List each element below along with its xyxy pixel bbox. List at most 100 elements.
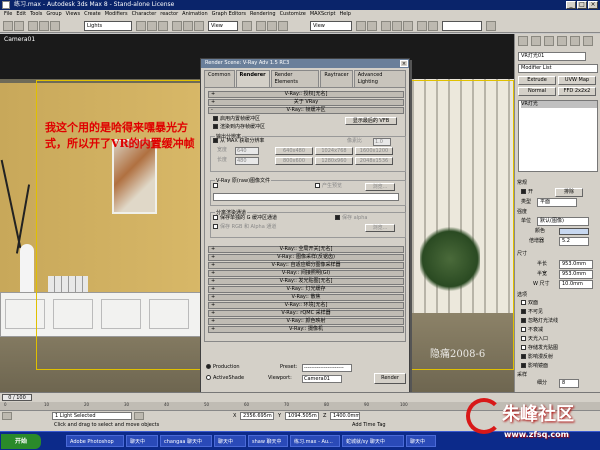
menu-rendering[interactable]: Rendering: [250, 10, 276, 19]
preset-640x480-button[interactable]: 640x480: [275, 147, 313, 155]
option-affect-diffuse[interactable]: 影响漫反射: [521, 353, 553, 362]
menu-tools[interactable]: Tools: [30, 10, 42, 19]
rotate-icon[interactable]: [183, 21, 193, 31]
checkbox-icon[interactable]: [213, 224, 218, 229]
checkbox-icon[interactable]: [521, 309, 526, 314]
rollout-about-vray[interactable]: + 关于 VRay: [208, 99, 404, 106]
ffd-button[interactable]: FFD 2x2x2: [558, 87, 596, 96]
rollout-indirect-illumination[interactable]: + V-Ray:: 间接照明(GI): [208, 270, 404, 277]
normal-button[interactable]: Normal: [518, 87, 556, 96]
menu-character[interactable]: Character: [132, 10, 157, 19]
checkbox-icon[interactable]: [521, 363, 526, 368]
move-icon[interactable]: [172, 21, 182, 31]
modify-tab-icon[interactable]: [531, 36, 541, 46]
angle-snap-icon[interactable]: [267, 21, 277, 31]
material-editor-icon[interactable]: [403, 21, 413, 31]
save-separate-g[interactable]: 保存单独的 G 缓冲区通道: [213, 215, 277, 222]
snap-icon[interactable]: [256, 21, 266, 31]
display-tab-icon[interactable]: [570, 36, 580, 46]
production-radio[interactable]: Production: [206, 364, 240, 371]
rollout-frame-buffer[interactable]: - V-Ray:: 帧缓冲区: [208, 107, 404, 114]
units-dropdown[interactable]: 默认(图像): [537, 217, 589, 226]
option-no-decay[interactable]: 不衰减: [521, 326, 543, 335]
menu-graph-editors[interactable]: Graph Editors: [212, 10, 246, 19]
modifier-stack[interactable]: VR灯光: [518, 100, 598, 172]
rollout-image-sampler[interactable]: + V-Ray:: 图像采样(反锯齿): [208, 254, 404, 261]
time-slider-thumb[interactable]: 0 / 100: [2, 394, 32, 401]
link-icon[interactable]: [28, 21, 38, 31]
option-affect-specular[interactable]: 影响镜面: [521, 362, 548, 371]
align-icon[interactable]: [367, 21, 377, 31]
preset-dropdown[interactable]: ----------------------: [302, 364, 352, 372]
preset-800x600-button[interactable]: 800x600: [275, 157, 313, 165]
render-type-dropdown[interactable]: [442, 21, 482, 31]
checkbox-icon[interactable]: [335, 215, 340, 220]
checkbox-icon[interactable]: [521, 354, 526, 359]
scale-icon[interactable]: [194, 21, 204, 31]
select-by-name-icon[interactable]: [147, 21, 157, 31]
create-tab-icon[interactable]: [518, 36, 528, 46]
preset-1280x960-button[interactable]: 1280x960: [315, 157, 353, 165]
save-rgb-alpha[interactable]: 保存 RGB 和 Alpha 通道: [213, 224, 276, 231]
bind-icon[interactable]: [50, 21, 60, 31]
preset-1024x768-button[interactable]: 1024x768: [315, 147, 353, 155]
render-last-icon[interactable]: [486, 21, 496, 31]
add-time-tag[interactable]: Add Time Tag: [352, 421, 386, 429]
pivot-icon[interactable]: [242, 21, 252, 31]
menu-views[interactable]: Views: [66, 10, 80, 19]
tab-advanced-lighting[interactable]: Advanced Lighting: [353, 70, 406, 87]
checkbox-icon[interactable]: [213, 116, 218, 121]
rollout-light-cache[interactable]: + V-Ray:: 灯光缓存: [208, 286, 404, 293]
half-width-field[interactable]: 953.0mm: [559, 270, 593, 279]
redo-icon[interactable]: [14, 21, 24, 31]
schematic-icon[interactable]: [392, 21, 402, 31]
task-chat-1[interactable]: 聊天中: [126, 435, 158, 447]
option-store-irradiance[interactable]: 存储发光贴图: [521, 344, 558, 353]
activeshade-radio[interactable]: ActiveShade: [206, 375, 244, 382]
dialog-close-button[interactable]: ×: [400, 60, 408, 67]
menu-create[interactable]: Create: [84, 10, 101, 19]
menu-help[interactable]: Help: [339, 10, 350, 19]
checkbox-icon[interactable]: [213, 138, 218, 143]
checkbox-icon[interactable]: [213, 183, 218, 188]
y-coordinate-field[interactable]: 1094.505m: [285, 412, 319, 420]
color-swatch[interactable]: [559, 228, 589, 235]
menu-reactor[interactable]: reactor: [160, 10, 178, 19]
mirror-icon[interactable]: [356, 21, 366, 31]
menu-maxscript[interactable]: MAXScript: [310, 10, 336, 19]
rollout-authorization[interactable]: + V-Ray:: 授权[无名]: [208, 91, 404, 98]
x-coordinate-field[interactable]: 2356.695m: [240, 412, 274, 420]
quick-render-icon[interactable]: [428, 21, 438, 31]
viewport-dropdown[interactable]: Camera01: [302, 375, 342, 383]
selection-filter-dropdown[interactable]: Lights: [84, 21, 132, 31]
tab-raytracer[interactable]: Raytracer: [320, 70, 353, 87]
rollout-caustics[interactable]: + V-Ray:: 散焦: [208, 294, 404, 301]
uvw-map-button[interactable]: UVW Map: [558, 76, 596, 85]
select-icon[interactable]: [136, 21, 146, 31]
type-dropdown[interactable]: 平面: [537, 198, 577, 207]
percent-snap-icon[interactable]: [278, 21, 288, 31]
aspect-field[interactable]: 1.0: [373, 138, 391, 146]
lock-selection-icon[interactable]: [134, 412, 144, 420]
height-field[interactable]: 480: [235, 157, 259, 165]
rollout-color-mapping[interactable]: + V-Ray:: 颜色映射: [208, 318, 404, 325]
hierarchy-tab-icon[interactable]: [544, 36, 554, 46]
motion-tab-icon[interactable]: [557, 36, 567, 46]
render-to-raw[interactable]: [213, 183, 220, 190]
preset-1600x1200-button[interactable]: 1600x1200: [355, 147, 393, 155]
viewport-label[interactable]: Camera01: [4, 36, 35, 43]
minimize-button[interactable]: _: [566, 1, 576, 9]
width-field[interactable]: 640: [235, 147, 259, 155]
tab-renderer[interactable]: Renderer: [235, 70, 270, 87]
task-chat-shaw[interactable]: shaw 聊天中: [248, 435, 288, 447]
rollout-rqmc-sampler[interactable]: + V-Ray:: rQMC 采样器: [208, 310, 404, 317]
tab-render-elements[interactable]: Render Elements: [270, 70, 320, 87]
checkbox-icon[interactable]: [213, 124, 218, 129]
option-invisible[interactable]: 不可见: [521, 308, 543, 317]
close-button[interactable]: ×: [588, 1, 598, 9]
task-photoshop[interactable]: Adobe Photoshop: [66, 435, 124, 447]
z-coordinate-field[interactable]: 1400.0mm: [330, 412, 360, 420]
show-last-vfb-button[interactable]: 显示最后的 VFB: [345, 117, 397, 125]
w-size-field[interactable]: 10.0mm: [559, 280, 593, 289]
utilities-tab-icon[interactable]: [583, 36, 593, 46]
